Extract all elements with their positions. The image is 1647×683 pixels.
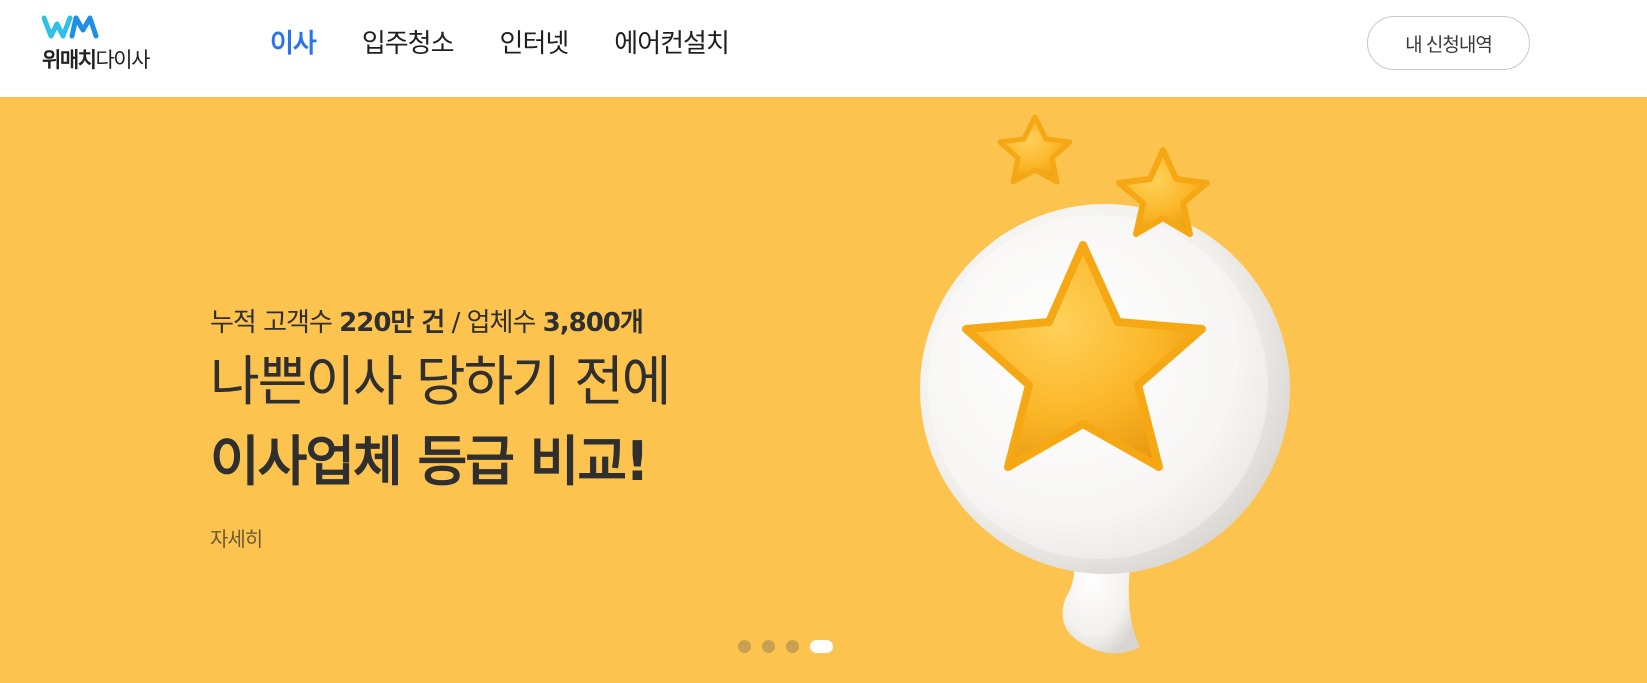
nav-item-moving[interactable]: 이사 bbox=[270, 26, 317, 62]
carousel-dot-3[interactable] bbox=[786, 640, 799, 653]
hero-stats: 누적 고객수 220만 건 / 업체수 3,800개 bbox=[210, 302, 644, 339]
hero-headline-line1: 나쁜이사 당하기 전에 bbox=[210, 350, 671, 413]
brand-logo[interactable]: 위매치다이사 bbox=[42, 14, 172, 74]
carousel-dot-4-active[interactable] bbox=[810, 640, 833, 653]
stat-separator: / 업체수 bbox=[444, 308, 543, 338]
stat-prefix: 누적 고객수 bbox=[210, 308, 340, 338]
hero-headline-line2: 이사업체 등급 비교! bbox=[210, 430, 650, 493]
stat-customers: 220만 건 bbox=[339, 308, 445, 338]
my-applications-button[interactable]: 내 신청내역 bbox=[1367, 16, 1530, 70]
site-header: 위매치다이사 이사 입주청소 인터넷 에어컨설치 내 신청내역 bbox=[0, 0, 1647, 97]
carousel-dot-2[interactable] bbox=[762, 640, 775, 653]
main-nav: 이사 입주청소 인터넷 에어컨설치 bbox=[270, 26, 775, 62]
carousel-pagination bbox=[738, 640, 833, 653]
hero-banner: 누적 고객수 220만 건 / 업체수 3,800개 나쁜이사 당하기 전에 이… bbox=[0, 97, 1647, 683]
nav-item-aircon-install[interactable]: 에어컨설치 bbox=[614, 26, 730, 62]
brand-name-bold: 위매치 bbox=[42, 48, 97, 72]
speech-bubble-stars-icon bbox=[920, 114, 1290, 654]
wm-logo-icon bbox=[42, 15, 99, 39]
brand-wordmark: 위매치다이사 bbox=[42, 44, 150, 74]
nav-item-move-in-cleaning[interactable]: 입주청소 bbox=[362, 26, 455, 62]
brand-name-light: 다이사 bbox=[95, 48, 150, 72]
stat-companies: 3,800개 bbox=[542, 308, 644, 338]
nav-item-internet[interactable]: 인터넷 bbox=[500, 26, 570, 62]
details-link[interactable]: 자세히 bbox=[210, 523, 263, 552]
carousel-dot-1[interactable] bbox=[738, 640, 751, 653]
